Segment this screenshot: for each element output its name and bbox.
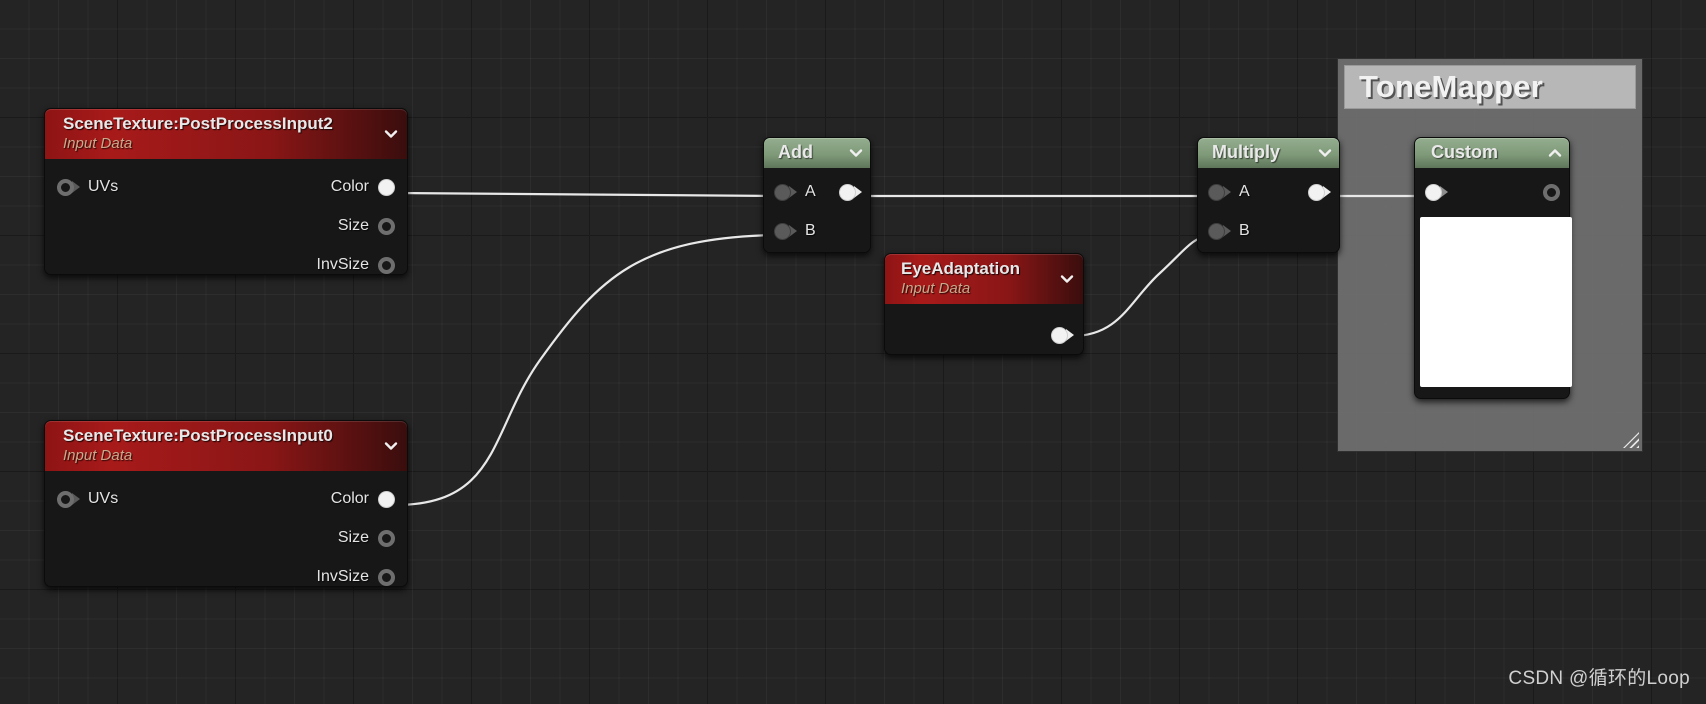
node-body: [885, 304, 1083, 354]
pin-uvs[interactable]: [57, 178, 74, 196]
pin-output[interactable]: [839, 183, 856, 201]
pin-row-size[interactable]: Size: [338, 208, 395, 244]
pin-row-color[interactable]: Color: [331, 481, 395, 517]
pin-a[interactable]: [1208, 183, 1225, 201]
node-header[interactable]: Custom: [1415, 138, 1569, 168]
node-header[interactable]: EyeAdaptation Input Data: [885, 254, 1083, 304]
node-subtitle: Input Data: [63, 447, 133, 464]
resize-grip-icon[interactable]: [1623, 432, 1639, 448]
node-scenetexture-postprocessinput2[interactable]: SceneTexture:PostProcessInput2 Input Dat…: [44, 108, 408, 275]
pin-size[interactable]: [378, 217, 395, 235]
chevron-up-icon[interactable]: [1545, 143, 1565, 163]
custom-node-preview: [1420, 217, 1572, 387]
node-subtitle: Input Data: [63, 135, 133, 152]
pin-row-output[interactable]: [1543, 174, 1560, 210]
pin-row-b[interactable]: B: [1208, 213, 1250, 249]
pin-output[interactable]: [1543, 183, 1560, 201]
node-graph-canvas[interactable]: ToneMapper SceneTexture:PostProcessInput…: [0, 0, 1706, 704]
chevron-down-icon[interactable]: [1057, 269, 1077, 289]
wire-eyeadaptation-out-to-multiply-b: [1071, 234, 1209, 338]
wire-ppi0-color-to-add-b: [394, 233, 776, 507]
node-custom[interactable]: Custom: [1414, 137, 1572, 399]
pin-color[interactable]: [378, 490, 395, 508]
pin-row-input[interactable]: [1425, 174, 1448, 210]
pin-invsize[interactable]: [378, 568, 395, 586]
pin-label-uvs: UVs: [88, 178, 119, 195]
pin-row-uvs[interactable]: UVs: [57, 169, 118, 205]
pin-b[interactable]: [774, 222, 791, 240]
node-body: A B: [1198, 168, 1339, 252]
pin-row-a[interactable]: A: [774, 174, 816, 210]
pin-a[interactable]: [774, 183, 791, 201]
node-header[interactable]: Multiply: [1198, 138, 1339, 168]
pin-output[interactable]: [1308, 183, 1325, 201]
node-multiply[interactable]: Multiply A B: [1197, 137, 1340, 253]
node-title: EyeAdaptation: [901, 259, 1021, 278]
pin-label-size: Size: [337, 529, 369, 546]
pin-label-b: B: [1239, 222, 1250, 239]
watermark: CSDN @循环的Loop: [1508, 668, 1690, 689]
pin-row-invsize[interactable]: InvSize: [317, 247, 395, 283]
node-body: A B: [764, 168, 870, 252]
pin-row-a[interactable]: A: [1208, 174, 1250, 210]
pin-row-output[interactable]: [839, 174, 862, 210]
node-header[interactable]: SceneTexture:PostProcessInput2 Input Dat…: [45, 109, 407, 159]
pin-row-size[interactable]: Size: [338, 520, 395, 556]
chevron-down-icon[interactable]: [381, 124, 401, 144]
pin-input[interactable]: [1425, 183, 1442, 201]
pin-row-color[interactable]: Color: [331, 169, 395, 205]
node-title: SceneTexture:PostProcessInput0: [63, 426, 333, 445]
chevron-down-icon[interactable]: [381, 436, 401, 456]
pin-label-color: Color: [330, 490, 369, 507]
wire-ppi2-color-to-add-a: [394, 191, 776, 198]
chevron-down-icon[interactable]: [1315, 143, 1335, 163]
node-subtitle: Input Data: [901, 280, 971, 297]
chevron-down-icon[interactable]: [846, 143, 866, 163]
pin-row-b[interactable]: B: [774, 213, 816, 249]
node-body: [1415, 168, 1572, 398]
node-body: UVs Color Size InvSize: [45, 471, 407, 586]
node-header[interactable]: SceneTexture:PostProcessInput0 Input Dat…: [45, 421, 407, 471]
pin-row-uvs[interactable]: UVs: [57, 481, 118, 517]
pin-label-invsize: InvSize: [316, 568, 369, 585]
pin-label-b: B: [805, 222, 816, 239]
node-title: SceneTexture:PostProcessInput2: [63, 114, 333, 133]
node-add[interactable]: Add A B: [763, 137, 871, 253]
pin-label-invsize: InvSize: [316, 256, 369, 273]
pin-size[interactable]: [378, 529, 395, 547]
pin-color[interactable]: [378, 178, 395, 196]
pin-b[interactable]: [1208, 222, 1225, 240]
pin-label-uvs: UVs: [88, 490, 119, 507]
pin-row-output[interactable]: [1308, 174, 1331, 210]
pin-uvs[interactable]: [57, 490, 74, 508]
node-body: UVs Color Size InvSize: [45, 159, 407, 274]
pin-label-size: Size: [337, 217, 369, 234]
node-title: Add: [778, 142, 813, 162]
pin-row-output[interactable]: [1051, 317, 1074, 353]
pin-label-a: A: [805, 183, 816, 200]
node-title: Custom: [1431, 142, 1498, 162]
node-scenetexture-postprocessinput0[interactable]: SceneTexture:PostProcessInput0 Input Dat…: [44, 420, 408, 587]
node-eyeadaptation[interactable]: EyeAdaptation Input Data: [884, 253, 1084, 355]
pin-label-a: A: [1239, 183, 1250, 200]
pin-invsize[interactable]: [378, 256, 395, 274]
comment-title[interactable]: ToneMapper: [1344, 65, 1636, 109]
pin-row-invsize[interactable]: InvSize: [317, 559, 395, 595]
pin-output[interactable]: [1051, 326, 1068, 344]
node-title: Multiply: [1212, 142, 1280, 162]
node-header[interactable]: Add: [764, 138, 870, 168]
pin-label-color: Color: [330, 178, 369, 195]
